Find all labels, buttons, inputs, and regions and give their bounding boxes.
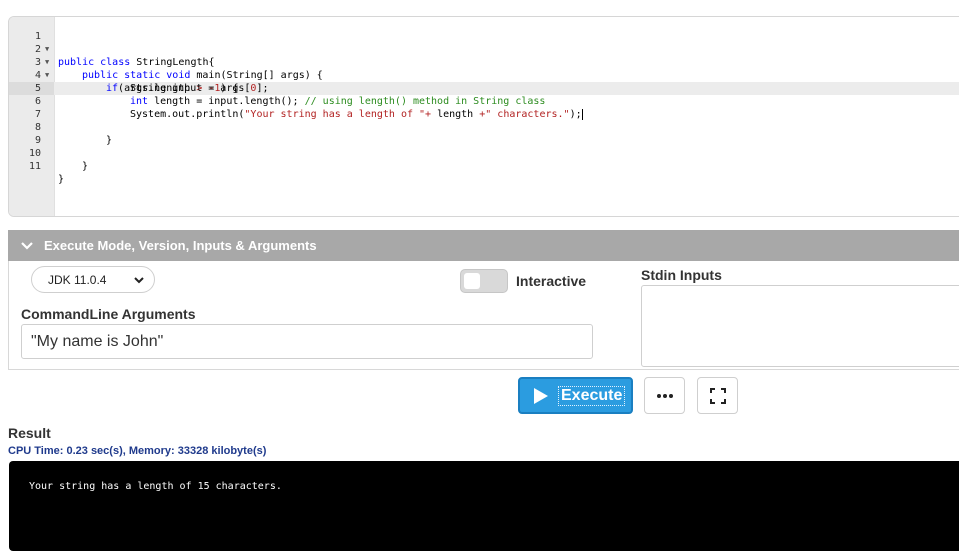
jdk-version-select[interactable]: JDK 11.0.4 bbox=[31, 266, 155, 293]
code-line[interactable]: 11 } bbox=[9, 147, 959, 185]
code-line[interactable]: 5 int length = input.length(); // using … bbox=[9, 69, 959, 107]
jdk-version-value: JDK 11.0.4 bbox=[48, 272, 107, 287]
code-line[interactable]: 8 } bbox=[9, 108, 959, 146]
interactive-label: Interactive bbox=[516, 273, 587, 289]
commandline-arguments-label: CommandLine Arguments bbox=[21, 306, 196, 322]
result-title: Result bbox=[8, 425, 51, 441]
toggle-knob bbox=[464, 273, 480, 289]
code-line[interactable]: 10 } bbox=[9, 134, 959, 172]
code-line[interactable]: 2 ▼ public static void main(String[] arg… bbox=[9, 30, 959, 81]
commandline-arguments-value: "My name is John" bbox=[31, 332, 164, 350]
code-line[interactable]: 3 ▼ if(args.length > -1) { bbox=[9, 43, 959, 94]
execute-panel-header[interactable]: Execute Mode, Version, Inputs & Argument… bbox=[8, 230, 959, 261]
chevron-down-icon bbox=[134, 277, 144, 284]
commandline-arguments-input[interactable]: "My name is John" bbox=[21, 324, 593, 359]
code-line[interactable]: 1 ▼ public class StringLength{ bbox=[9, 17, 959, 68]
stdin-inputs-textarea[interactable] bbox=[641, 285, 959, 367]
ellipsis-icon bbox=[656, 393, 673, 398]
line-number: 11 bbox=[28, 161, 41, 172]
execution-stats: CPU Time: 0.23 sec(s), Memory: 33328 kil… bbox=[8, 445, 267, 457]
fullscreen-button[interactable] bbox=[697, 377, 738, 414]
code-editor[interactable]: 1 ▼ public class StringLength{ 2 ▼ publi… bbox=[8, 16, 959, 217]
code-line[interactable]: 9 bbox=[9, 121, 959, 146]
play-icon bbox=[534, 387, 548, 404]
chevron-down-icon bbox=[21, 241, 33, 250]
output-console: Your string has a length of 15 character… bbox=[9, 461, 959, 551]
code-line[interactable]: 4 String input = args[0]; bbox=[9, 56, 959, 94]
code-line-active[interactable]: 6 System.out.println("Your string has a … bbox=[9, 82, 959, 120]
execute-button-label: Execute bbox=[558, 385, 626, 406]
code-token: } bbox=[82, 161, 89, 172]
interactive-toggle[interactable] bbox=[460, 269, 508, 293]
code-token: } bbox=[58, 174, 65, 185]
more-options-button[interactable] bbox=[644, 377, 685, 414]
code-line[interactable]: 7 bbox=[9, 95, 959, 120]
execute-panel-title: Execute Mode, Version, Inputs & Argument… bbox=[44, 238, 317, 253]
console-output-text: Your string has a length of 15 character… bbox=[29, 481, 282, 492]
execute-button[interactable]: Execute bbox=[518, 377, 633, 414]
fullscreen-icon bbox=[709, 387, 726, 404]
stdin-inputs-label: Stdin Inputs bbox=[641, 267, 722, 283]
